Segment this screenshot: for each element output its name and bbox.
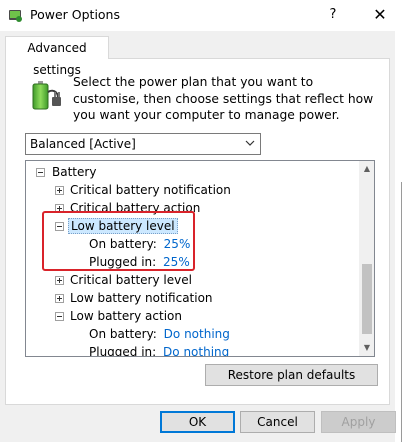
- ok-button[interactable]: OK: [160, 411, 235, 433]
- scroll-up-icon[interactable]: ▲: [359, 161, 374, 177]
- tree-scrollbar[interactable]: ▲ ▼: [359, 161, 374, 356]
- power-plan-value: Balanced [Active]: [30, 137, 136, 151]
- power-plan-dropdown[interactable]: Balanced [Active]: [25, 133, 261, 155]
- tree-node-low-battery-notification[interactable]: Low battery notification: [55, 289, 213, 307]
- setting-value-link[interactable]: Do nothing: [163, 345, 229, 356]
- scroll-thumb[interactable]: [362, 264, 372, 334]
- collapse-icon[interactable]: [55, 312, 64, 321]
- help-button[interactable]: ?: [318, 2, 348, 28]
- expand-icon[interactable]: [55, 186, 64, 195]
- tree-node-low-battery-action[interactable]: Low battery action: [55, 307, 182, 325]
- tree-label: Critical battery notification: [70, 183, 231, 197]
- scroll-down-icon[interactable]: ▼: [359, 340, 374, 356]
- tree-label: Low battery notification: [70, 291, 213, 305]
- restore-plan-defaults-button[interactable]: Restore plan defaults: [205, 364, 378, 386]
- collapse-icon[interactable]: [36, 168, 45, 177]
- tree-node-critical-battery-level[interactable]: Critical battery level: [55, 271, 192, 289]
- tree-node-critical-battery-notification[interactable]: Critical battery notification: [55, 181, 231, 199]
- tree-label: Low battery action: [70, 309, 182, 323]
- expand-icon[interactable]: [55, 294, 64, 303]
- setting-label: On battery:: [89, 327, 157, 341]
- setting-label: Plugged in:: [89, 345, 157, 357]
- chevron-down-icon: [244, 137, 256, 149]
- tree-label: Battery: [52, 165, 97, 179]
- title-bar: Power Options ? ✕: [0, 0, 406, 31]
- tab-advanced-settings[interactable]: Advanced settings: [5, 36, 109, 77]
- battery-plan-icon: [30, 78, 64, 112]
- description-text: Select the power plan that you want to c…: [73, 75, 374, 122]
- tree-node-battery[interactable]: Battery: [36, 163, 96, 181]
- setting-low-battery-action-on-battery[interactable]: On battery: Do nothing: [89, 325, 230, 343]
- expand-icon[interactable]: [55, 276, 64, 285]
- setting-value-link[interactable]: Do nothing: [164, 327, 230, 341]
- power-options-window: Power Options ? ✕ Advanced settings Sele…: [0, 0, 406, 442]
- close-button[interactable]: ✕: [364, 2, 396, 28]
- cancel-button[interactable]: Cancel: [240, 411, 315, 433]
- power-options-icon: [7, 7, 23, 23]
- background-edge-line: [401, 182, 402, 442]
- window-title: Power Options: [30, 7, 120, 22]
- apply-button[interactable]: Apply: [321, 411, 396, 433]
- setting-low-battery-action-plugged-in[interactable]: Plugged in: Do nothing: [89, 343, 229, 357]
- tree-label: Critical battery level: [70, 273, 192, 287]
- annotation-highlight: [42, 211, 195, 271]
